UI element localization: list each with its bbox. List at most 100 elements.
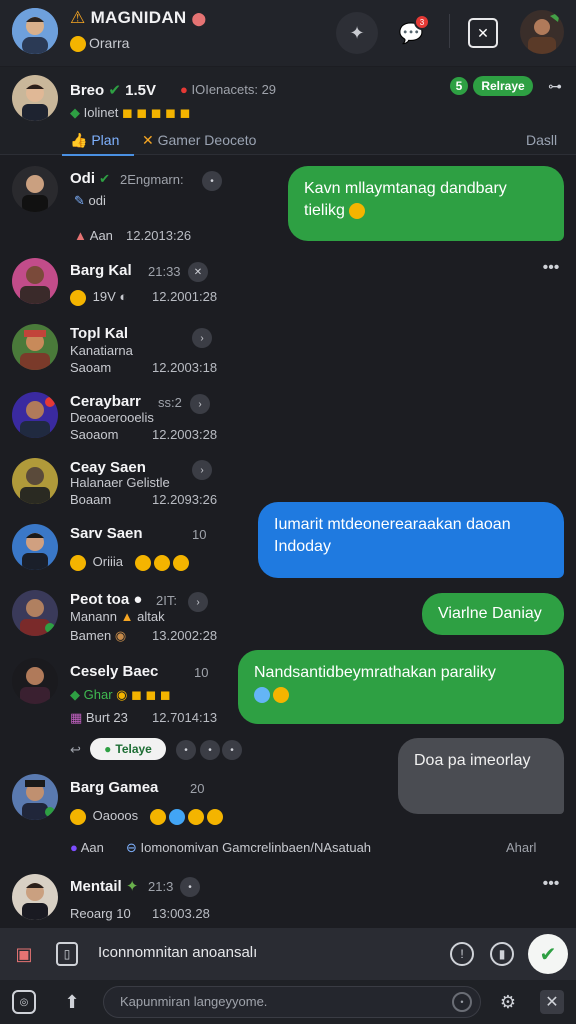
conversation-avatar[interactable] <box>12 658 58 704</box>
conversation-avatar[interactable] <box>12 774 58 820</box>
message-bubble-sent[interactable]: Iumarit mtdeonerearaakan daoan Indoday <box>258 502 564 578</box>
conversation-name[interactable]: Ceay Saen <box>70 459 146 476</box>
camera-icon[interactable]: ▣ <box>12 942 36 966</box>
tab-active-indicator <box>62 154 134 156</box>
info-icon[interactable]: ! <box>450 942 474 966</box>
more-options-icon[interactable]: ••• <box>538 874 564 894</box>
contact-status: ● IOIenacets: 29 <box>180 82 277 97</box>
emoji-icon <box>168 808 185 825</box>
more-options-icon[interactable]: ••• <box>538 258 564 278</box>
pin-button[interactable]: ✦ <box>336 12 378 54</box>
conversation-name[interactable]: Peot toa ● <box>70 591 142 608</box>
more-button[interactable]: › <box>192 460 212 480</box>
tab-plan[interactable]: 👍 Plan <box>70 132 119 149</box>
conversation-name[interactable]: Mentail ✦ <box>70 877 138 895</box>
conversation-name[interactable]: Barg Kal <box>70 262 132 279</box>
message-bubble-received[interactable]: Doa pa imeorlay <box>398 738 564 814</box>
conversation-meta: 21:3 <box>148 879 174 894</box>
more-button[interactable]: • <box>180 877 200 897</box>
reaction-button[interactable]: • <box>200 740 220 760</box>
message-bubble-sent[interactable]: Viarlne Daniay <box>422 593 564 635</box>
check-send-icon: ✔ <box>539 943 557 966</box>
more-button[interactable]: › <box>188 592 208 612</box>
conversation-name[interactable]: Ceraybarr <box>70 393 141 410</box>
upload-icon[interactable]: ⬆ <box>60 990 84 1014</box>
more-button[interactable]: › <box>190 394 210 414</box>
emoji-row-icon: ◼ ◼ ◼ ◼ ◼ <box>121 105 191 120</box>
reaction-button[interactable]: • <box>176 740 196 760</box>
conversation-time: 12.2003:28 <box>152 427 218 442</box>
conversation-time: 13:003.28 <box>152 906 210 921</box>
alert-icon: ● <box>180 82 188 97</box>
conversation-avatar[interactable] <box>12 258 58 304</box>
notifications-button[interactable]: 💬 3 <box>392 14 430 52</box>
conversation-avatar[interactable] <box>12 874 58 920</box>
verified-icon: ✔ <box>108 82 121 99</box>
conversation-meta: 2Engmarn: <box>120 172 184 187</box>
settings-icon[interactable]: ⚙ <box>496 990 520 1014</box>
emoji-icon <box>70 289 86 306</box>
contact-line2: ◆ Iolinet ◼ ◼ ◼ ◼ ◼ <box>70 105 191 120</box>
game-icon: ◆ <box>70 687 80 702</box>
conversation-sender: Saoaom <box>70 427 119 442</box>
close-chat-button[interactable]: ✕ <box>468 18 498 48</box>
conversation-preview: ✎ odi <box>74 193 106 208</box>
conversation-meta: 20 <box>190 781 205 796</box>
conversation-avatar[interactable] <box>12 324 58 370</box>
conversation-sender: Saoam <box>70 360 112 375</box>
send-button[interactable]: ✔ <box>528 934 568 974</box>
conversation-time: 12.2001:28 <box>152 289 218 304</box>
tag-icon: ⬤ <box>191 11 207 26</box>
conversation-name[interactable]: Topl Kal <box>70 325 128 342</box>
reaction-button[interactable]: • <box>222 740 242 760</box>
conversation-avatar[interactable] <box>12 524 58 570</box>
search-icon[interactable]: • <box>452 992 472 1012</box>
conversation-meta: ss:2 <box>158 395 182 410</box>
emoji-icon <box>206 808 223 825</box>
conversation-meta: 2IT: <box>156 593 177 608</box>
conversation-name[interactable]: Cesely Baec <box>70 663 158 680</box>
more-button[interactable]: ✕ <box>188 262 208 282</box>
app-header: ⚠ MAGNIDAN ⬤ Orarra ✦ 💬 3 ✕ <box>0 0 576 66</box>
tab-gamer-deoceto[interactable]: ✕ Gamer Deoceto <box>142 132 256 149</box>
more-button[interactable]: • <box>202 171 222 191</box>
conversation-time: 12.7014:13 <box>152 710 218 725</box>
emoji-icon <box>254 686 270 703</box>
pen-icon: ✎ <box>74 193 85 208</box>
conversation-name[interactable]: Barg Gamea <box>70 779 158 796</box>
tab-bar: 👍 Plan ✕ Gamer Deoceto Dasll <box>0 126 576 158</box>
search-bar[interactable]: Kapunmiran langeyyome. • <box>103 986 481 1018</box>
collapse-icon[interactable]: ✕ <box>540 990 564 1014</box>
emoji-icon <box>187 808 204 825</box>
conversation-sender: ● Aan <box>70 840 104 855</box>
status-emoji-icon <box>70 36 86 53</box>
emoji-icon <box>349 202 366 219</box>
tab-right-label[interactable]: Dasll <box>526 132 557 148</box>
compose-input[interactable]: Iconnomnitan anoansalı <box>98 944 257 961</box>
link-icon[interactable]: ⊶ <box>544 75 566 97</box>
conversation-avatar[interactable] <box>12 392 58 438</box>
relaye-button[interactable]: Relraye <box>473 76 533 96</box>
conversation-preview: Oriiia <box>70 554 192 571</box>
conversation-avatar[interactable] <box>12 166 58 212</box>
conversation-preview: 19V ◐ <box>70 289 127 306</box>
search-input[interactable]: Kapunmiran langeyyome. <box>120 994 267 1009</box>
voice-icon[interactable]: ▮ <box>490 942 514 966</box>
conversation-time: 12.2013:26 <box>126 228 192 243</box>
message-bubble-sent[interactable]: Kavn mllaymtanag dandbary tielikg <box>288 166 564 241</box>
more-button[interactable]: › <box>192 328 212 348</box>
message-bubble-sent[interactable]: Nandsantidbeymrathakan paraliky <box>238 650 564 724</box>
conversation-name[interactable]: Sarv Saen <box>70 525 143 542</box>
profile-avatar[interactable] <box>12 8 58 54</box>
instagram-icon[interactable]: ◎ <box>12 990 36 1014</box>
conversation-preview: Oaooos <box>70 808 226 825</box>
app-logo-icon: ⚠ <box>70 8 86 27</box>
verified-icon: ✔ <box>99 171 111 186</box>
conversation-avatar[interactable] <box>12 458 58 504</box>
attach-icon[interactable]: ▯ <box>56 942 78 966</box>
contact-avatar[interactable] <box>12 75 58 121</box>
relaye-pill-button[interactable]: ● Telaye <box>90 738 166 760</box>
user-avatar[interactable] <box>520 10 564 54</box>
conversation-avatar[interactable] <box>12 590 58 636</box>
conversation-name[interactable]: Odi ✔ <box>70 170 110 187</box>
